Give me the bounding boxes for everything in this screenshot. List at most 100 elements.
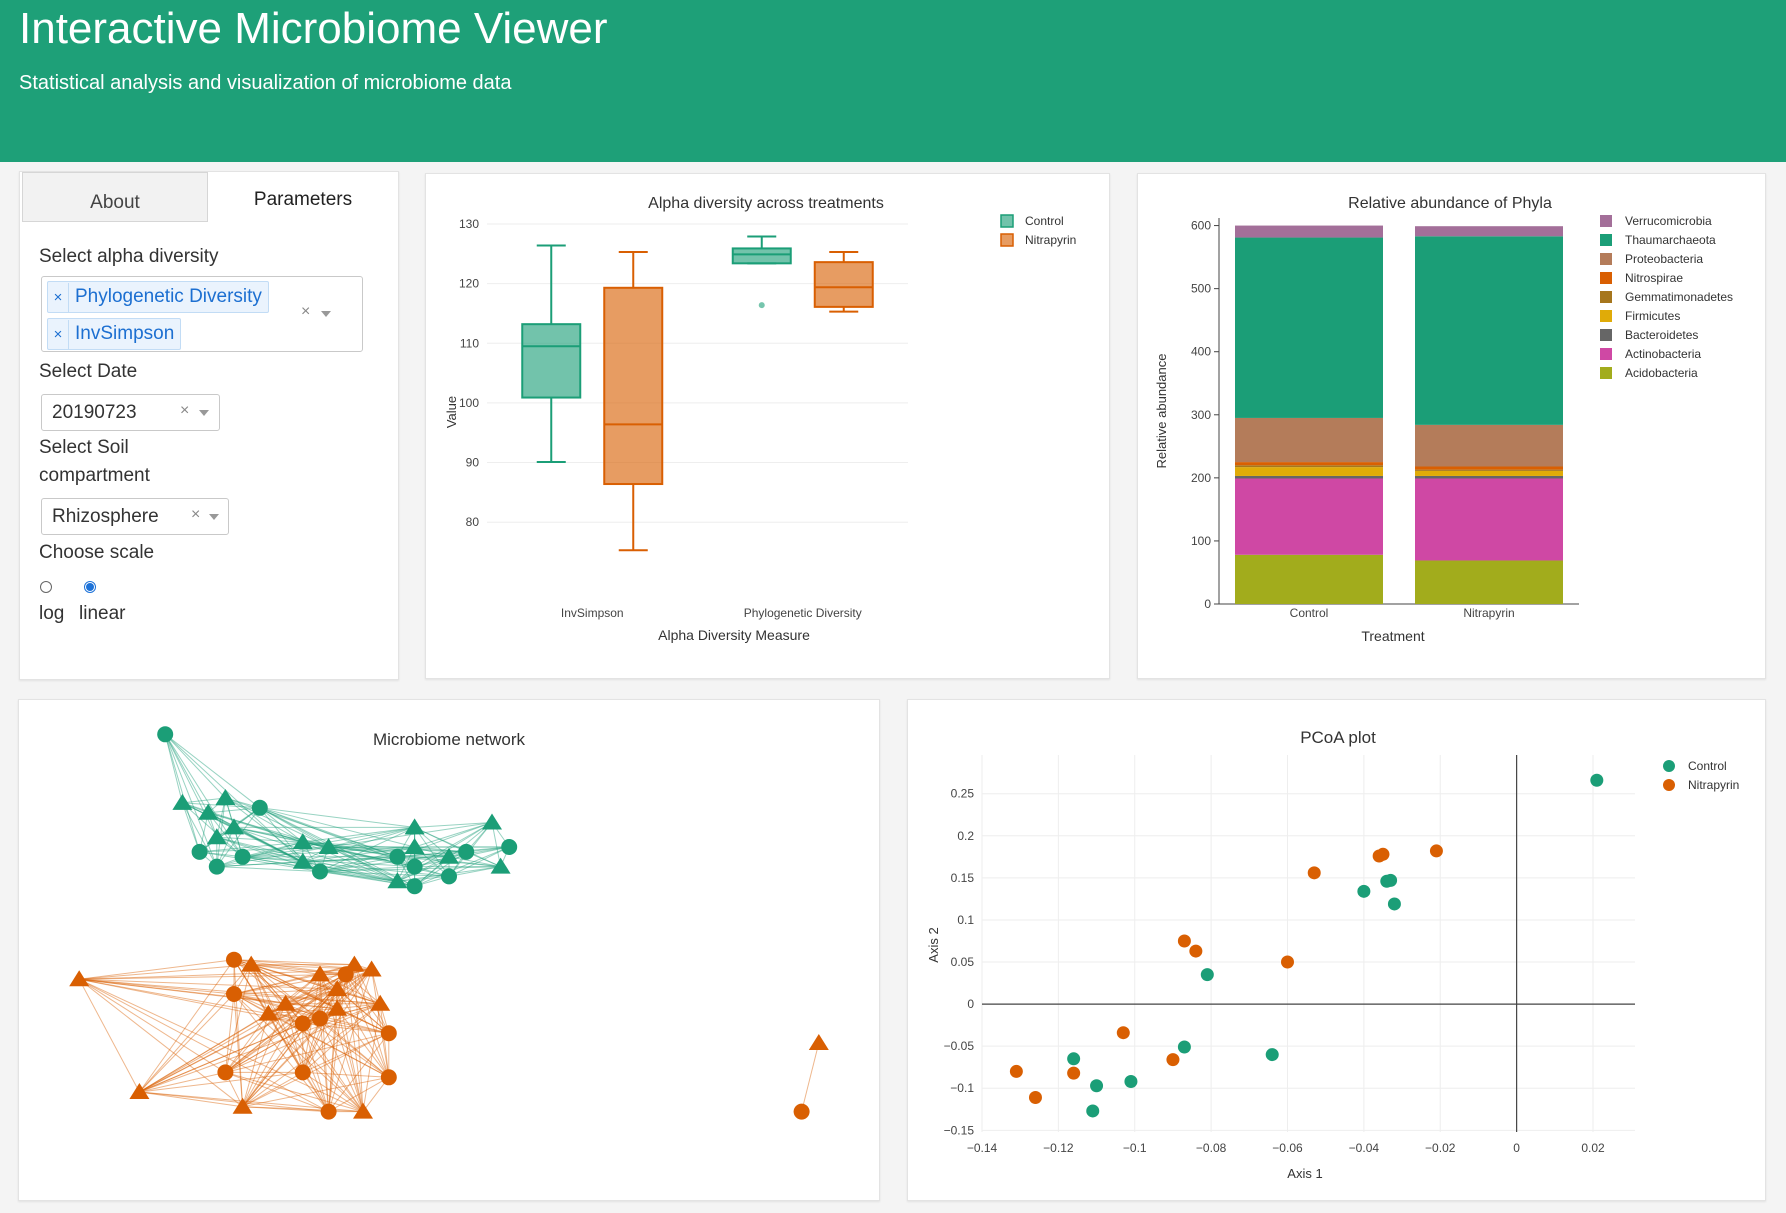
chip-label: InvSimpson	[75, 323, 175, 344]
scatter-point-control	[1067, 1052, 1081, 1066]
clear-icon[interactable]: ×	[180, 402, 189, 420]
network-node-triangle	[344, 955, 365, 972]
alpha-diversity-boxplot[interactable]: Alpha diversity across treatments 80 90 100…	[426, 174, 1109, 678]
legend-swatch	[1600, 329, 1612, 341]
y-tick-label: 90	[466, 456, 480, 470]
phyla-stacked-bar-chart[interactable]: Relative abundance of Phyla 0 100 200 300 400…	[1138, 174, 1765, 678]
date-select[interactable]: 20190723 ×	[41, 394, 220, 431]
legend-label: Control	[1688, 759, 1727, 773]
network-node-circle	[157, 726, 174, 743]
network-node-circle	[191, 843, 208, 860]
legend-label: Nitrapyrin	[1025, 233, 1076, 247]
network-node-circle	[294, 1015, 311, 1032]
legend-label: Verrucomicrobia	[1625, 214, 1712, 228]
app-title: Interactive Microbiome Viewer	[19, 4, 608, 53]
y-tick-label: 120	[459, 277, 479, 291]
chip-remove-icon[interactable]: ×	[48, 320, 69, 350]
radio-log[interactable]	[40, 581, 52, 593]
x-tick-label: 0	[1513, 1141, 1520, 1155]
network-node-circle	[320, 1103, 337, 1120]
scatter-point-nitrapyrin	[1307, 866, 1321, 880]
network-node-circle	[294, 1064, 311, 1081]
y-tick-label: 400	[1191, 345, 1211, 359]
bar-segment-bacteroidetes	[1235, 475, 1383, 479]
box-control-0	[521, 244, 582, 463]
network-node-circle	[406, 878, 423, 895]
legend-label: Thaumarchaeota	[1625, 233, 1716, 247]
network-node-triangle	[404, 838, 425, 854]
scatter-point-control	[1387, 897, 1401, 911]
network-node-circle	[226, 986, 242, 1002]
chip-label: Phylogenetic Diversity	[75, 286, 262, 307]
legend-label: Proteobacteria	[1625, 252, 1703, 266]
network-edge	[242, 1071, 304, 1108]
microbiome-network-graph[interactable]: Microbiome network	[19, 700, 879, 1200]
legend-label: Firmicutes	[1625, 309, 1680, 323]
scatter-point-control	[1590, 773, 1604, 787]
box-control-1	[731, 235, 792, 309]
network-node-circle	[389, 848, 406, 865]
y-tick-label: 80	[466, 515, 480, 529]
scatter-point-control	[1200, 968, 1214, 982]
x-tick-label: InvSimpson	[561, 606, 624, 620]
bar-segment-firmicutes	[1235, 467, 1383, 476]
y-tick-label: 300	[1191, 408, 1211, 422]
x-tick-label: −0.12	[1043, 1141, 1074, 1155]
tab-about[interactable]: About	[22, 172, 208, 222]
outlier-point	[758, 302, 765, 309]
y-tick-label: 0.2	[957, 829, 974, 843]
scatter-point-nitrapyrin	[1280, 955, 1294, 969]
pcoa-scatter-plot[interactable]: PCoA plot −0.14 −0.12 −0.1 −0.08 −0.06 −0.04 −0…	[908, 700, 1765, 1200]
chart-title: Relative abundance of Phyla	[1348, 195, 1552, 212]
soil-compartment-select[interactable]: Rhizosphere ×	[41, 498, 229, 535]
radio-linear[interactable]	[84, 581, 96, 593]
alpha-diversity-label: Select alpha diversity	[39, 246, 219, 267]
y-tick-label: −0.15	[944, 1123, 975, 1137]
radio-linear-label[interactable]: linear	[79, 603, 125, 625]
scatter-point-nitrapyrin	[1177, 934, 1191, 948]
network-node-circle	[251, 799, 268, 816]
legend-swatch	[1600, 253, 1612, 265]
network-node-circle	[380, 1025, 397, 1042]
chevron-down-icon[interactable]	[209, 514, 219, 520]
x-tick-label: −0.08	[1196, 1141, 1227, 1155]
x-tick-label: Nitrapyrin	[1463, 606, 1514, 620]
clear-icon[interactable]: ×	[191, 506, 200, 524]
x-tick-label: −0.1	[1123, 1141, 1147, 1155]
network-edge	[302, 1071, 389, 1078]
legend-label: Bacteroidetes	[1625, 328, 1698, 342]
y-tick-label: 0.15	[951, 871, 975, 885]
x-tick-label: −0.02	[1425, 1141, 1456, 1155]
chip-remove-icon[interactable]: ×	[48, 283, 69, 313]
legend-label: Gemmatimonadetes	[1625, 290, 1733, 304]
network-node-circle	[406, 858, 423, 875]
legend-label: Actinobacteria	[1625, 347, 1701, 361]
bar-segment-gemmatimonadetes	[1235, 465, 1383, 468]
alpha-diversity-card: Alpha diversity across treatments 80 90 100…	[425, 173, 1110, 679]
scatter-point-control	[1357, 884, 1371, 898]
scatter-point-control	[1384, 873, 1398, 887]
radio-log-label[interactable]: log	[39, 603, 64, 625]
network-card: Microbiome network	[18, 699, 880, 1201]
x-tick-label: −0.06	[1272, 1141, 1303, 1155]
x-tick-label: −0.04	[1349, 1141, 1380, 1155]
network-node-triangle	[241, 955, 262, 972]
phyla-abundance-card: Relative abundance of Phyla 0 100 200 300 400…	[1137, 173, 1766, 679]
clear-icon[interactable]: ×	[301, 303, 310, 321]
legend-swatch	[1600, 215, 1612, 227]
scatter-point-nitrapyrin	[1009, 1064, 1023, 1078]
legend-swatch	[1600, 310, 1612, 322]
chevron-down-icon[interactable]	[321, 311, 331, 317]
soil-value: Rhizosphere	[52, 506, 159, 527]
x-axis-label: Treatment	[1361, 628, 1424, 644]
x-axis-label: Axis 1	[1287, 1166, 1322, 1181]
sidebar-tabs: About Parameters	[20, 172, 396, 222]
legend-label: Acidobacteria	[1625, 366, 1698, 380]
pcoa-card: PCoA plot −0.14 −0.12 −0.1 −0.08 −0.06 −0.04 −0…	[907, 699, 1766, 1201]
tab-parameters[interactable]: Parameters	[210, 172, 396, 220]
chart-title: Microbiome network	[373, 730, 526, 749]
network-node-circle	[208, 858, 225, 875]
x-tick-label: Control	[1290, 606, 1329, 620]
chevron-down-icon[interactable]	[199, 410, 209, 416]
alpha-diversity-select[interactable]: × Phylogenetic Diversity × InvSimpson ×	[41, 276, 363, 352]
